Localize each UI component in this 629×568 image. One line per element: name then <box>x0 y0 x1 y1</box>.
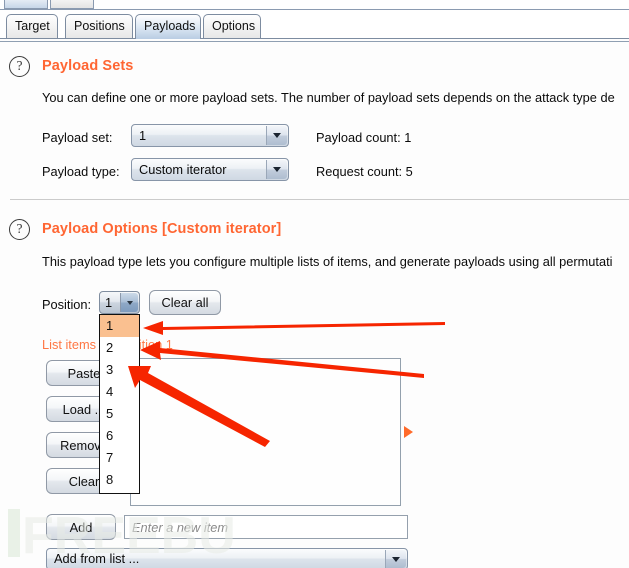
burp-intruder-payloads-panel: FREEBUF Target Positions Payloads Option… <box>0 0 629 568</box>
tab-target[interactable]: Target <box>6 14 58 39</box>
add-from-list-combo[interactable]: Add from list ... <box>46 548 408 568</box>
clear-all-button[interactable]: Clear all <box>149 290 221 315</box>
add-from-list-dropdown-button[interactable] <box>385 550 406 568</box>
position-dropdown-popup[interactable]: 12345678 <box>99 314 140 494</box>
chevron-down-icon <box>392 556 400 562</box>
tab-bar-underline <box>0 38 629 39</box>
position-option-5[interactable]: 5 <box>100 403 139 425</box>
position-option-8[interactable]: 8 <box>100 469 139 491</box>
position-option-4[interactable]: 4 <box>100 381 139 403</box>
help-icon-payload-sets[interactable]: ? <box>9 56 30 77</box>
position-value: 1 <box>105 295 113 310</box>
help-icon-payload-options[interactable]: ? <box>9 219 30 240</box>
payload-set-label: Payload set: <box>42 130 113 145</box>
position-option-2[interactable]: 2 <box>100 337 139 359</box>
payload-options-heading: Payload Options [Custom iterator] <box>42 221 282 237</box>
payload-type-dropdown-button[interactable] <box>266 160 287 179</box>
chevron-down-icon <box>273 167 281 172</box>
chevron-down-icon <box>126 300 133 305</box>
payload-set-dropdown-button[interactable] <box>266 126 287 145</box>
position-option-6[interactable]: 6 <box>100 425 139 447</box>
position-label: Position: <box>42 297 92 312</box>
request-count: Request count: 5 <box>316 164 413 179</box>
position-option-1[interactable]: 1 <box>100 315 139 337</box>
payload-type-combo[interactable]: Custom iterator <box>131 158 289 181</box>
new-item-input[interactable]: Enter a new item <box>124 515 408 539</box>
add-from-list-value: Add from list ... <box>54 551 140 566</box>
payload-sets-heading: Payload Sets <box>42 58 134 74</box>
outer-tab-selected[interactable] <box>4 0 48 9</box>
payload-set-combo[interactable]: 1 <box>131 124 289 147</box>
tab-options[interactable]: Options <box>203 14 261 39</box>
tab-positions[interactable]: Positions <box>65 14 133 39</box>
intruder-tab-bar: Target Positions Payloads Options <box>0 11 629 39</box>
add-button[interactable]: Add <box>46 514 116 540</box>
payload-set-value: 1 <box>139 128 147 143</box>
payload-type-value: Custom iterator <box>139 162 227 177</box>
position-option-3[interactable]: 3 <box>100 359 139 381</box>
annotation-arrow-1 <box>143 321 445 335</box>
payload-sets-description: You can define one or more payload sets.… <box>42 90 615 105</box>
position-option-7[interactable]: 7 <box>100 447 139 469</box>
expand-marker-icon <box>404 426 413 438</box>
tab-bar-second-rule <box>0 41 629 42</box>
position-combo[interactable]: 1 <box>99 291 140 314</box>
payload-type-label: Payload type: <box>42 164 120 179</box>
payload-options-description: This payload type lets you configure mul… <box>42 254 613 269</box>
tab-payloads[interactable]: Payloads <box>135 14 201 39</box>
outer-tab-underline <box>0 9 629 10</box>
position-dropdown-button[interactable] <box>120 293 138 312</box>
outer-tab-other[interactable] <box>50 0 94 9</box>
payload-list-box[interactable] <box>130 358 401 506</box>
section-separator <box>10 199 629 200</box>
chevron-down-icon <box>273 133 281 138</box>
payload-count: Payload count: 1 <box>316 130 412 145</box>
outer-tab-strip <box>0 0 629 11</box>
